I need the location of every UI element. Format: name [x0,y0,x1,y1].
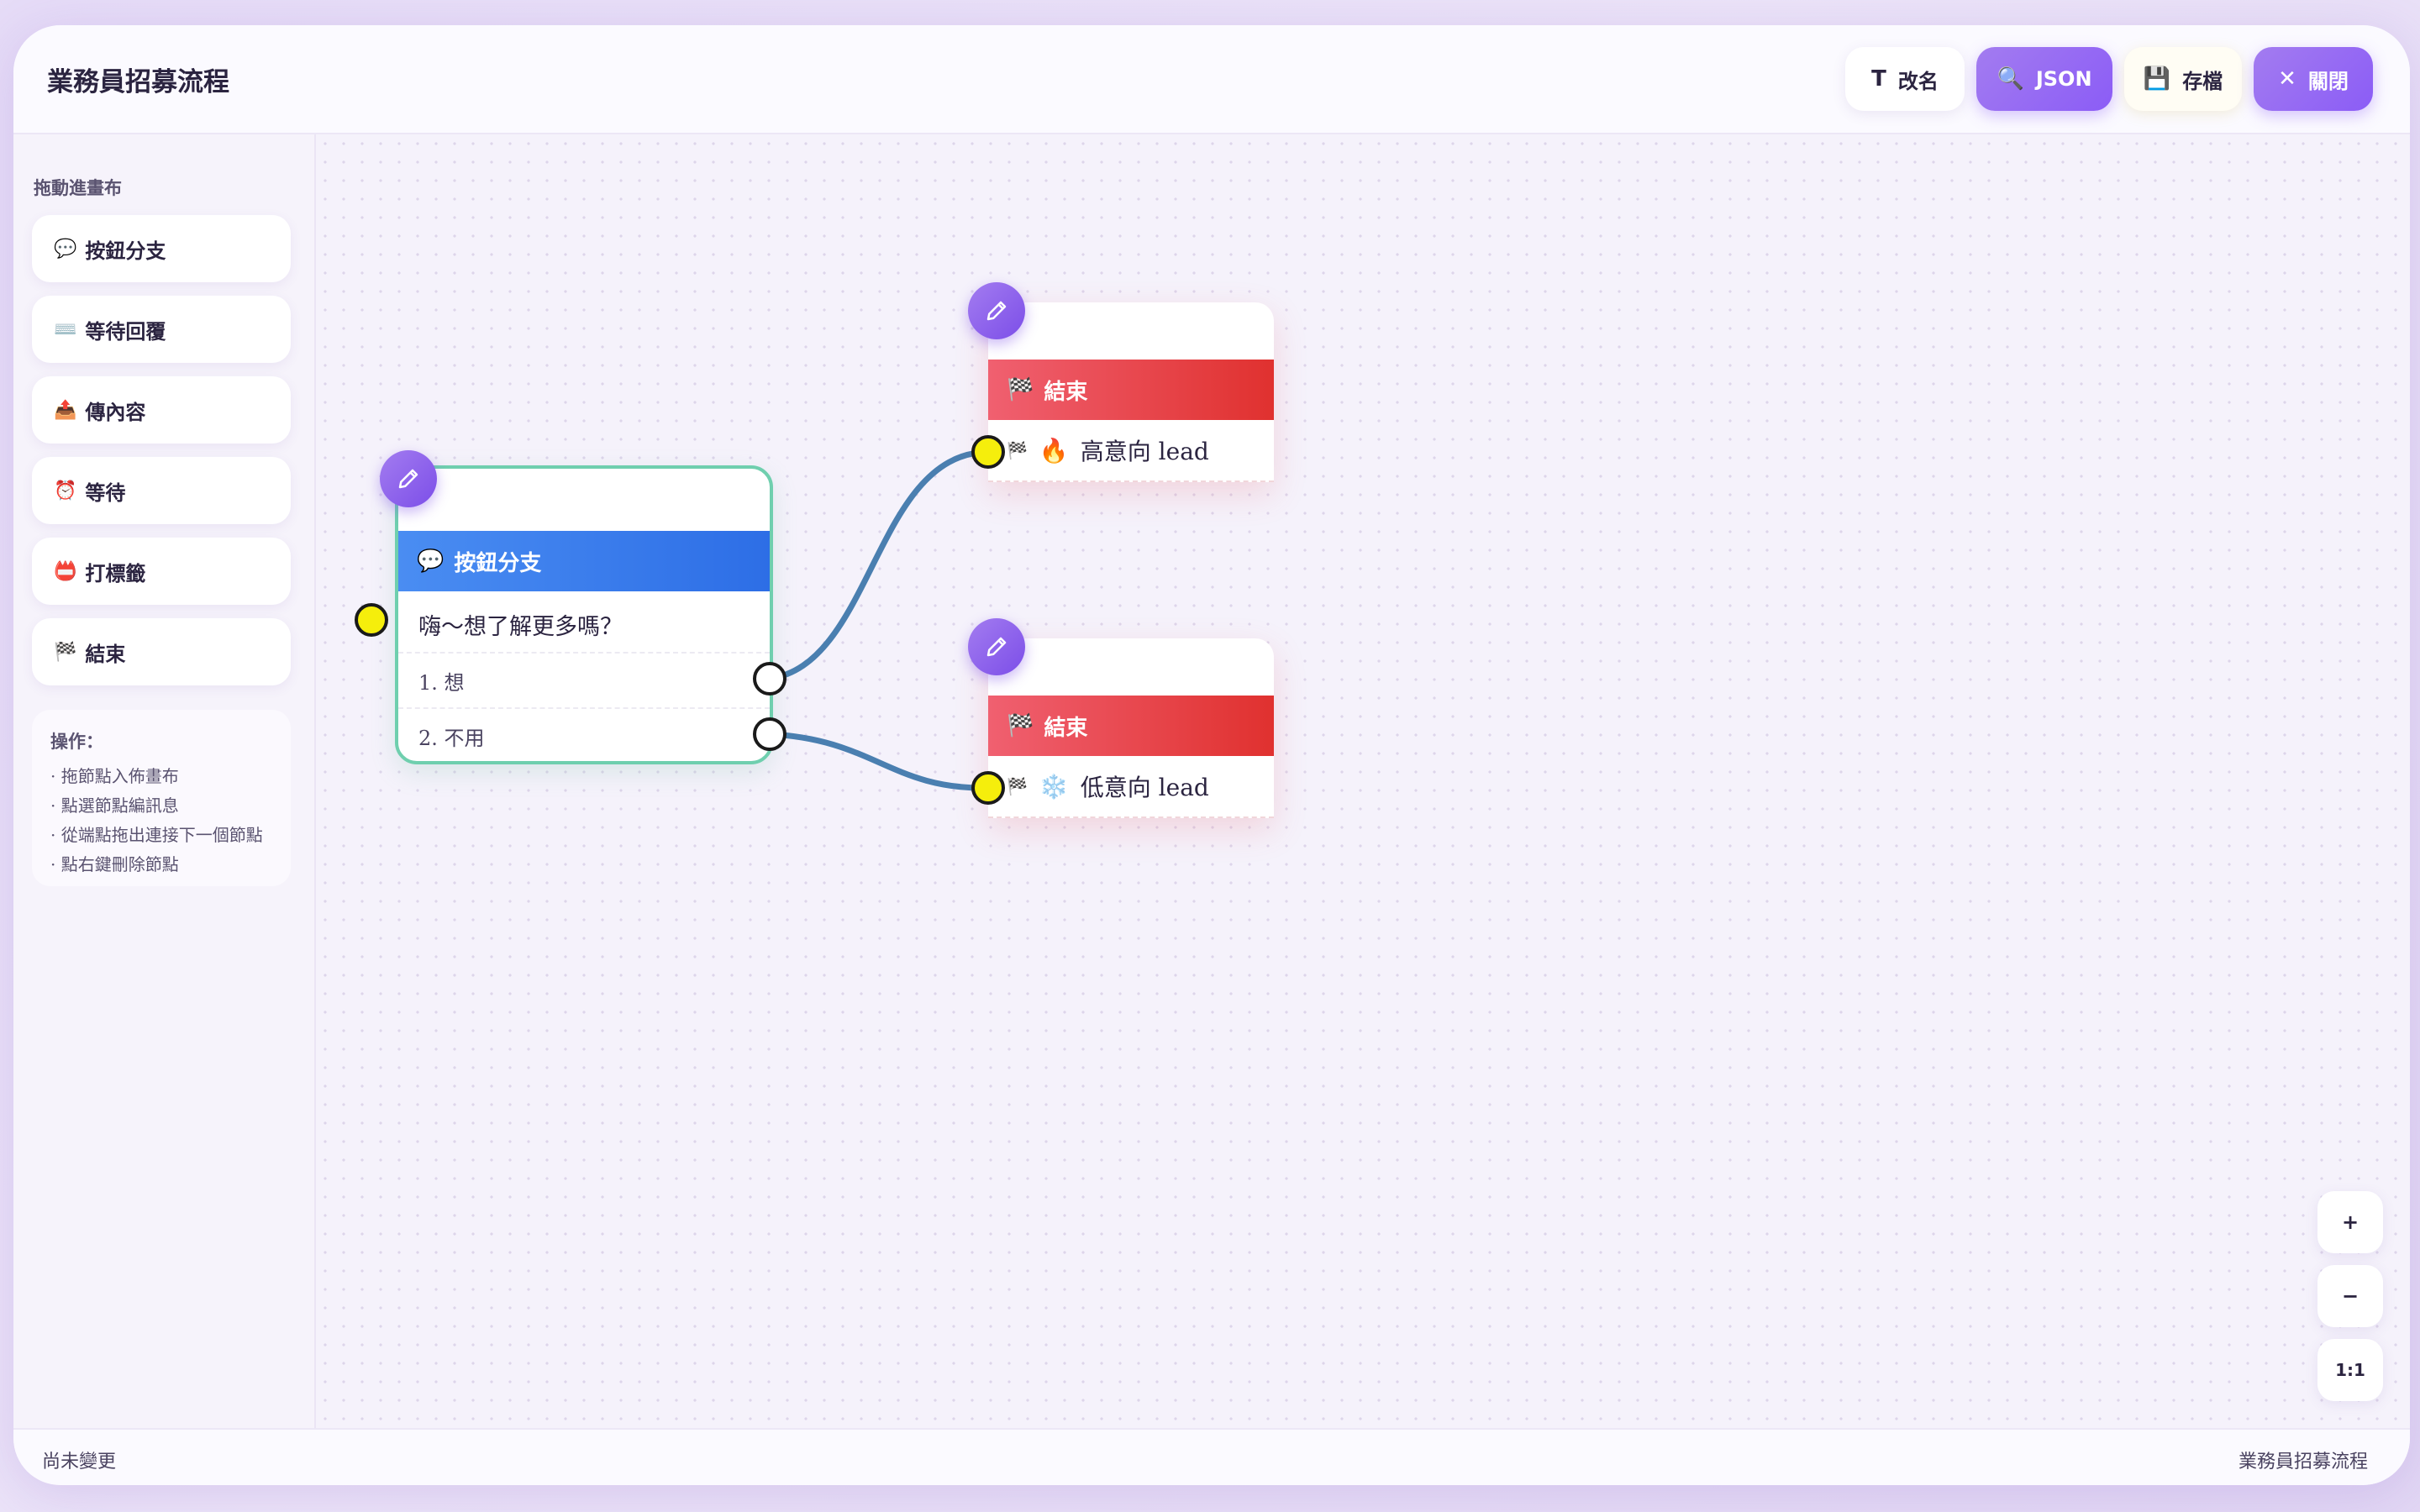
node-title: 按鈕分支 [454,550,542,576]
outbox-tray-icon: 📤 [54,399,77,421]
zoom-reset-button[interactable]: 1:1 [2317,1339,2383,1401]
alarm-clock-icon: ⏰ [54,480,77,501]
snowflake-icon: ❄️ [1039,772,1069,801]
palette-item-label: 等待 [85,480,126,505]
option1-output-port[interactable] [753,662,786,696]
header-bar: 業務員招募流程 T 改名 🔍 JSON 💾 存檔 ✕ 關閉 [13,25,2410,134]
option-label: 2. 不用 [418,726,485,750]
zoom-reset-label: 1:1 [2335,1360,2365,1380]
node-header: 🏁 結束 [988,696,1274,756]
flow-canvas[interactable] [316,134,2410,1428]
palette-item-wait-reply[interactable]: ⌨️ 等待回覆 [32,296,291,363]
keyboard-icon: ⌨️ [54,318,77,340]
node-message: 嗨～想了解更多嗎？ [418,614,623,640]
end-label: 低意向 lead [1080,774,1209,801]
end-label: 高意向 lead [1080,438,1209,465]
node-header: 🏁 結束 [988,360,1274,420]
palette-item-label: 傳內容 [85,400,146,424]
checkered-flag-icon: 🏁 [1007,713,1034,738]
branch-option[interactable]: 2. 不用 [398,707,770,763]
change-status: 尚未變更 [42,1452,117,1473]
speech-bubble-icon: 💬 [54,238,77,260]
flow-title: 業務員招募流程 [47,67,229,97]
node-header: 💬 按鈕分支 [398,531,770,591]
floppy-disk-icon: 💾 [2143,66,2171,92]
palette-item-button-branch[interactable]: 💬 按鈕分支 [32,215,291,282]
plus-icon: + [2341,1210,2360,1234]
help-line: · 拖節點入佈畫布 [50,766,179,786]
checkered-flag-icon: 🏁 [54,641,77,663]
button-branch-node[interactable]: 💬 按鈕分支 嗨～想了解更多嗎？ 1. 想 2. 不用 [395,465,773,764]
json-button[interactable]: 🔍 JSON [1976,47,2112,111]
palette-item-end[interactable]: 🏁 結束 [32,618,291,685]
rename-button[interactable]: T 改名 [1845,47,1965,111]
text-icon: T [1871,66,1886,92]
name-badge-icon: 📛 [54,560,77,582]
zoom-out-button[interactable]: − [2317,1265,2383,1327]
save-button[interactable]: 💾 存檔 [2124,47,2242,111]
rename-label: 改名 [1897,69,1939,93]
checkered-flag-icon: 🏁 [1007,440,1028,460]
end-node-high-intent[interactable]: 🏁 結束 🏁 🔥 高意向 lead [988,302,1274,482]
edit-node-button[interactable] [968,282,1025,339]
palette-title: 拖動進畫布 [34,178,122,198]
pencil-icon [986,637,1007,657]
close-button[interactable]: ✕ 關閉 [2254,47,2373,111]
save-label: 存檔 [2182,69,2223,93]
branch-option[interactable]: 1. 想 [398,652,770,707]
checkered-flag-icon: 🏁 [1007,776,1028,796]
minus-icon: − [2341,1284,2360,1308]
node-title: 結束 [1044,715,1088,741]
help-panel: 操作： · 拖節點入佈畫布 · 點選節點編訊息 · 從端點拖出連接下一個節點 ·… [32,710,291,886]
palette-item-wait[interactable]: ⏰ 等待 [32,457,291,524]
palette-item-tag[interactable]: 📛 打標籤 [32,538,291,605]
end-label-row: 🏁 ❄️ 低意向 lead [988,756,1274,818]
pencil-icon [398,469,418,489]
status-bar: 尚未變更 業務員招募流程 [13,1428,2410,1485]
palette-item-label: 打標籤 [85,561,146,585]
branch-input-port[interactable] [355,603,388,637]
palette-item-label: 結束 [85,642,126,666]
footer-flow-name: 業務員招募流程 [2238,1452,2368,1473]
magnifier-icon: 🔍 [1996,66,2024,92]
checkered-flag-icon: 🏁 [1007,377,1034,402]
node-title: 結束 [1044,379,1088,405]
end-input-port[interactable] [971,435,1005,469]
end-label-row: 🏁 🔥 高意向 lead [988,420,1274,482]
end-input-port[interactable] [971,771,1005,805]
palette-item-label: 等待回覆 [85,319,166,344]
pencil-icon [986,301,1007,321]
close-icon: ✕ [2278,66,2296,92]
zoom-in-button[interactable]: + [2317,1191,2383,1253]
edit-node-button[interactable] [968,618,1025,675]
help-line: · 點右鍵刪除節點 [50,854,179,874]
palette-item-send-content[interactable]: 📤 傳內容 [32,376,291,444]
close-label: 關閉 [2307,69,2349,93]
end-node-low-intent[interactable]: 🏁 結束 🏁 ❄️ 低意向 lead [988,638,1274,818]
speech-bubble-icon: 💬 [417,549,445,574]
option-label: 1. 想 [418,670,465,695]
help-line: · 點選節點編訊息 [50,795,179,816]
json-label: JSON [2035,67,2092,91]
help-line: · 從端點拖出連接下一個節點 [50,825,263,845]
fire-icon: 🔥 [1039,436,1069,465]
edit-node-button[interactable] [380,450,437,507]
palette-item-label: 按鈕分支 [85,239,166,263]
node-palette-sidebar: 拖動進畫布 💬 按鈕分支 ⌨️ 等待回覆 📤 傳內容 ⏰ 等待 📛 打標籤 🏁 … [13,134,316,1428]
help-title: 操作： [50,732,103,752]
option2-output-port[interactable] [753,717,786,751]
